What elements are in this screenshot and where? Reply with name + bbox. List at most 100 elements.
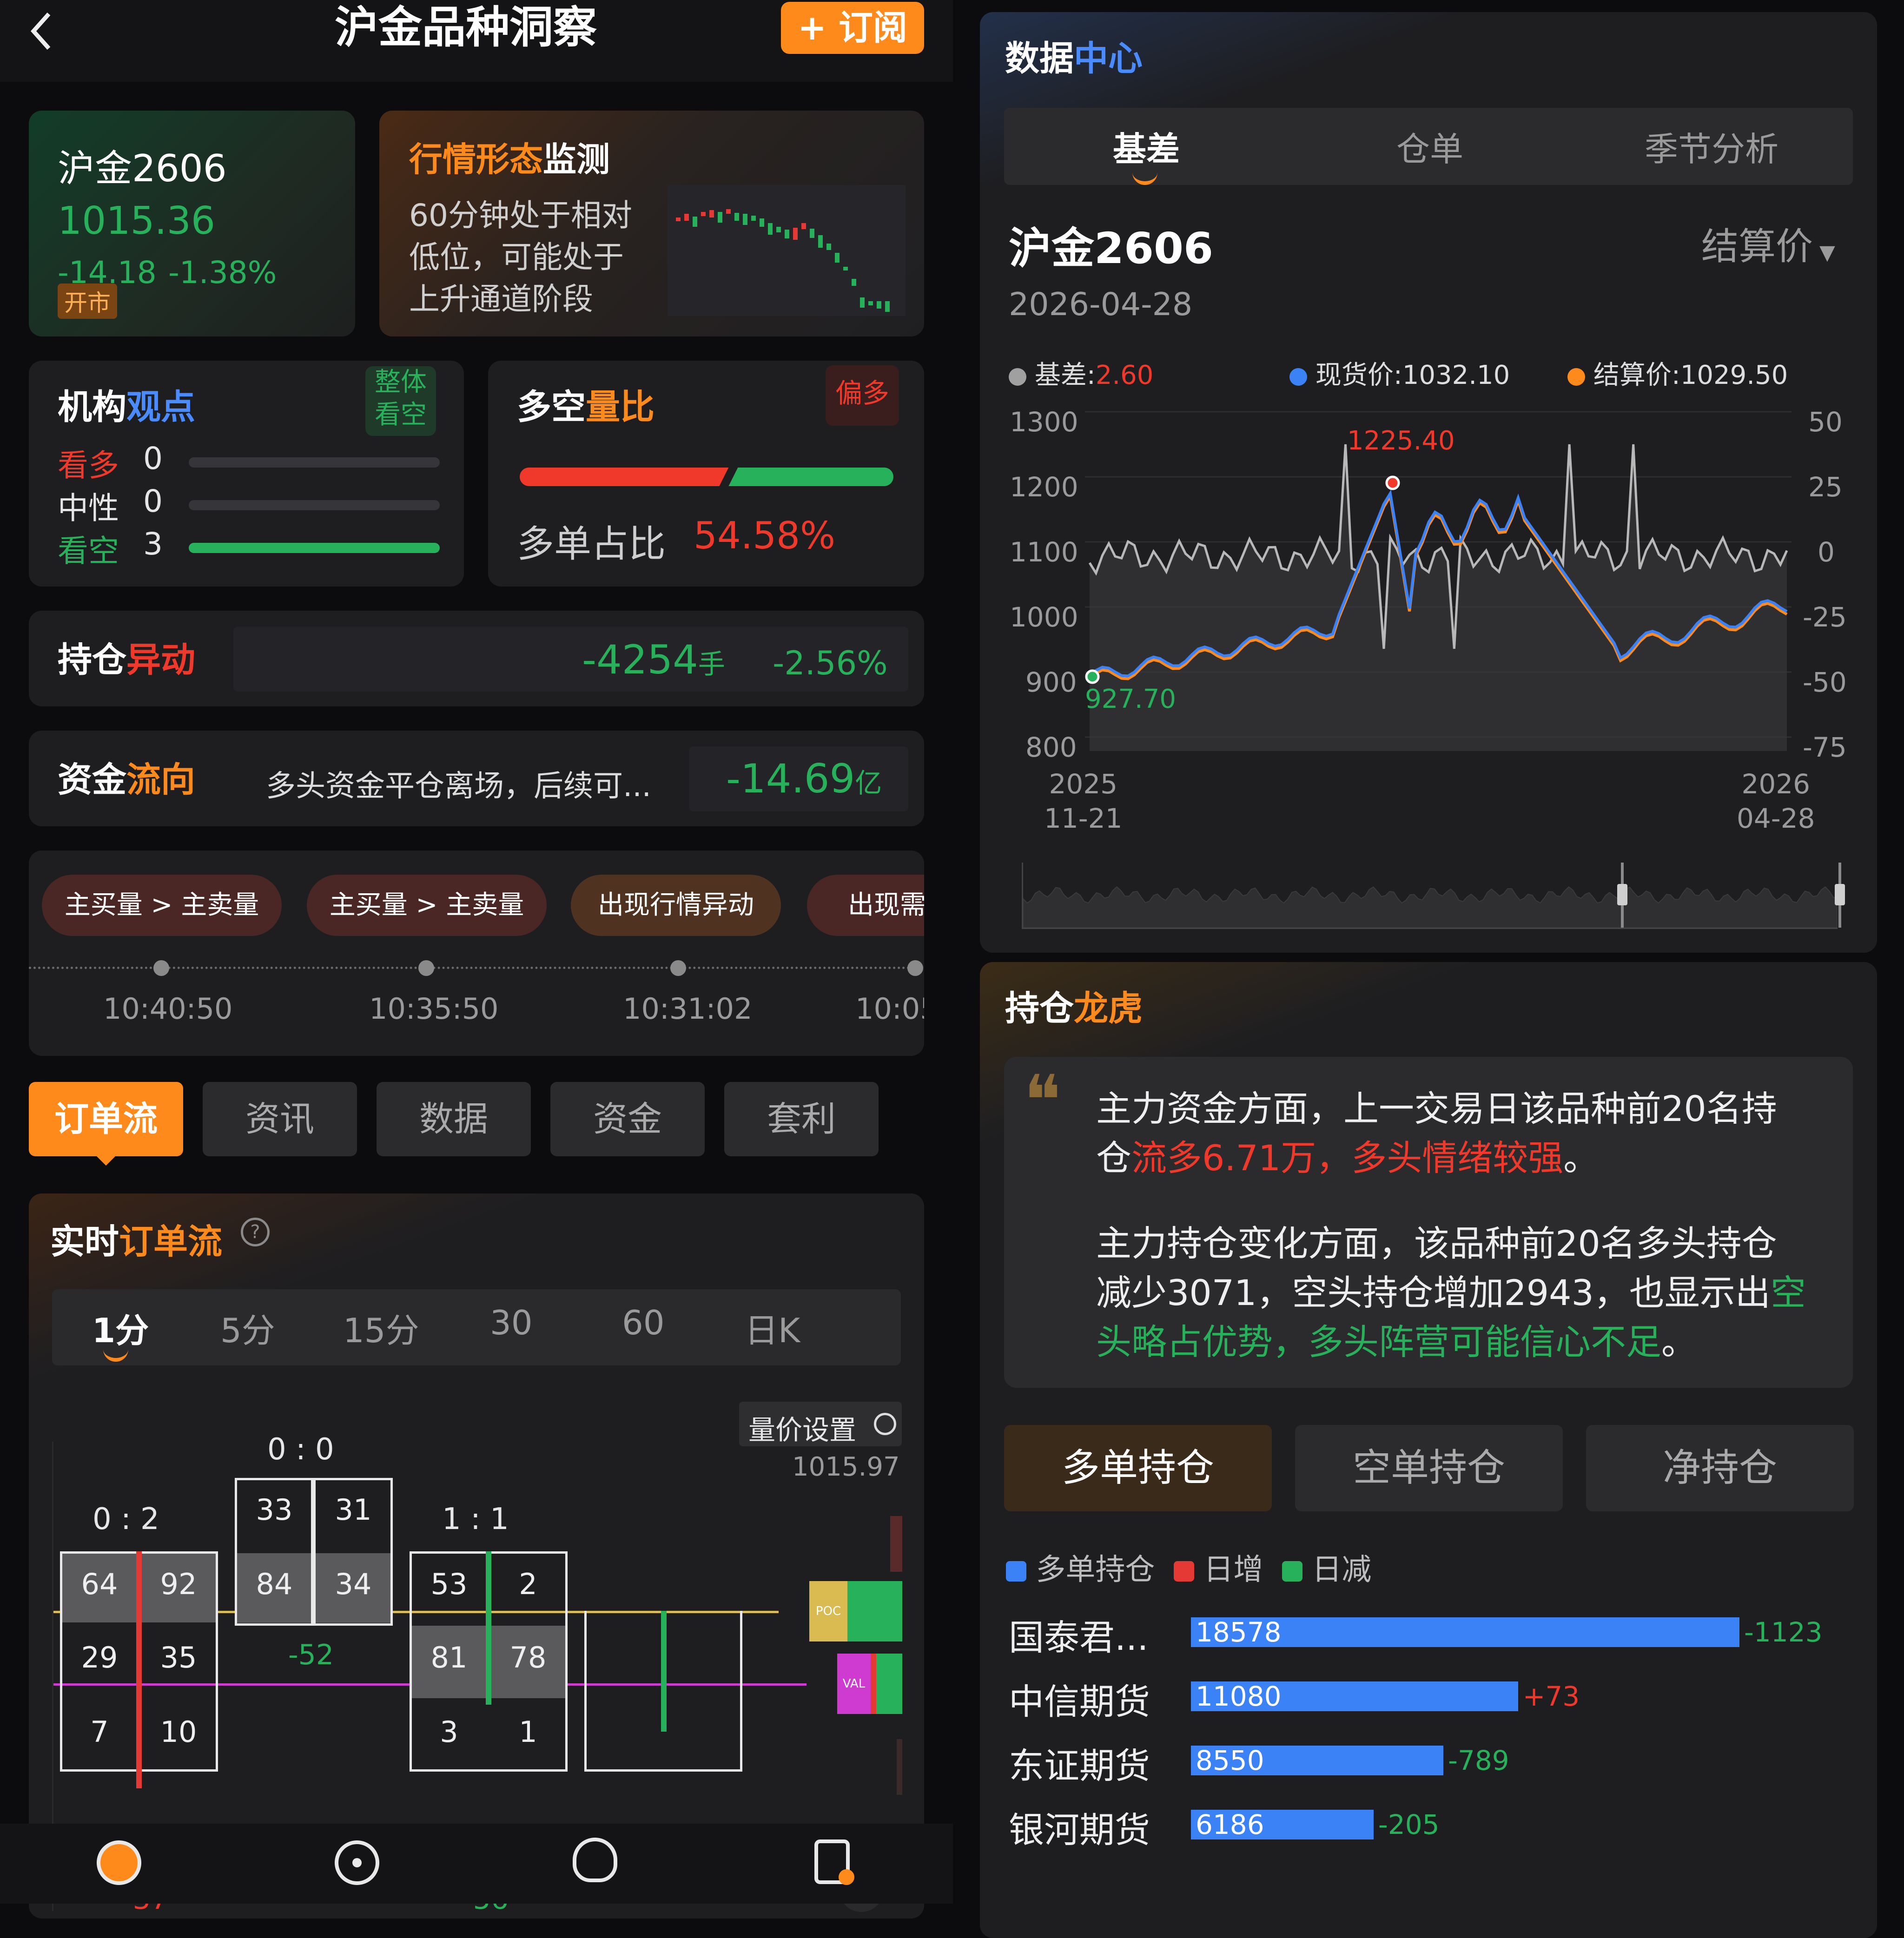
badge-line-2: 看空 bbox=[375, 400, 427, 430]
tab-basis[interactable]: 基差 bbox=[1113, 122, 1180, 171]
last-price: 1015.36 bbox=[58, 199, 216, 243]
tab-seasonal[interactable]: 季节分析 bbox=[1645, 122, 1778, 171]
event-tag[interactable]: 主买量 > 主卖量 bbox=[42, 875, 282, 936]
position-ranking-panel: 持仓龙虎 ❝ 主力资金方面，上一交易日该品种前20名持 仓流多6.71万，多头情… bbox=[980, 962, 1877, 1938]
period-30m[interactable]: 30 bbox=[490, 1303, 533, 1342]
price-type-select[interactable]: 结算价 ▼ bbox=[1701, 217, 1835, 270]
capital-flow-card[interactable]: 资金流向 多头资金平仓离场，后续可... -14.69亿 bbox=[29, 731, 924, 826]
tab-orderflow[interactable]: 订单流 bbox=[29, 1082, 183, 1156]
ranking-row[interactable]: 中信期货 11080 +73 bbox=[980, 1668, 1877, 1723]
pattern-title: 行情形态监测 bbox=[409, 140, 610, 179]
orderflow-panel: 实时订单流 ? 1分 5分 15分 30 60 日K 量价设置 1015.97 … bbox=[29, 1193, 924, 1918]
period-daily[interactable]: 日K bbox=[745, 1303, 800, 1352]
volume-price-settings-button[interactable]: 量价设置 bbox=[739, 1402, 902, 1446]
institution-title: 机构观点 bbox=[58, 387, 195, 427]
right-screen: 数据中心 基差 仓单 季节分析 沪金2606 结算价 ▼ 2026-04-28 … bbox=[976, 0, 1904, 1938]
back-icon[interactable] bbox=[28, 10, 56, 52]
commentary-line-4: 减少3071，空头持仓增加2943，也显示出空 bbox=[1096, 1272, 1806, 1313]
period-1m[interactable]: 1分 bbox=[92, 1303, 149, 1352]
ranking-row[interactable]: 银河期货 6186 -205 bbox=[980, 1796, 1877, 1852]
position-change: -1123 bbox=[1744, 1616, 1823, 1648]
tab-net-positions[interactable]: 净持仓 bbox=[1586, 1425, 1854, 1511]
flow-value: -14.69亿 bbox=[726, 756, 882, 802]
position-value: 18578 bbox=[1196, 1616, 1282, 1648]
bar-ratio: 0 : 0 bbox=[267, 1432, 334, 1467]
ranking-row[interactable]: 东证期货 8550 -789 bbox=[980, 1732, 1877, 1787]
position-change-card[interactable]: 持仓异动 -4254手 -2.56% bbox=[29, 611, 924, 706]
long-short-bar bbox=[520, 468, 893, 486]
ranking-list: 国泰君... 18578 -1123 中信期货 11080 +73 东证期货 8550 -789… bbox=[980, 1603, 1877, 1938]
position-change: +73 bbox=[1522, 1681, 1580, 1712]
event-timeline-card[interactable]: 主买量 > 主卖量 主买量 > 主卖量 出现行情异动 出现需求 10:40:50… bbox=[29, 850, 924, 1056]
long-ratio-label: 多单占比 bbox=[517, 522, 666, 566]
pattern-monitor-card[interactable]: 行情形态监测 60分钟处于相对 低位，可能处于 上升通道阶段 bbox=[379, 111, 924, 336]
long-short-title: 多空量比 bbox=[517, 387, 654, 427]
position-value: 8550 bbox=[1196, 1745, 1264, 1776]
chart-date: 2026-04-28 bbox=[1009, 286, 1193, 323]
chevron-down-icon: ▼ bbox=[1813, 241, 1835, 264]
range-handle-right[interactable] bbox=[1835, 863, 1846, 928]
tab-long-positions[interactable]: 多单持仓 bbox=[1004, 1425, 1272, 1511]
pattern-desc-1: 60分钟处于相对 bbox=[409, 198, 632, 233]
range-navigator[interactable] bbox=[1022, 863, 1845, 929]
position-value: 6186 bbox=[1196, 1809, 1264, 1840]
timeline-dot bbox=[670, 960, 686, 976]
market-icon[interactable] bbox=[97, 1840, 141, 1885]
commentary-line-5: 头略占优势，多头阵营可能信心不足。 bbox=[1096, 1321, 1697, 1363]
event-time: 10:05 bbox=[855, 992, 924, 1026]
data-center-title: 数据中心 bbox=[1005, 39, 1143, 79]
doc-icon[interactable] bbox=[814, 1839, 854, 1885]
event-tag[interactable]: 主买量 > 主卖量 bbox=[307, 875, 547, 936]
bias-badge: 偏多 bbox=[826, 365, 899, 426]
event-time: 10:31:02 bbox=[623, 992, 753, 1026]
commentary-line-1: 主力资金方面，上一交易日该品种前20名持 bbox=[1096, 1088, 1777, 1129]
tab-arbitrage[interactable]: 套利 bbox=[724, 1082, 879, 1156]
mini-kline-chart bbox=[668, 185, 906, 316]
radar-icon[interactable] bbox=[573, 1838, 617, 1882]
tab-warehouse[interactable]: 仓单 bbox=[1396, 122, 1463, 171]
bear-bar-fill bbox=[189, 543, 440, 553]
flow-desc: 多头资金平仓离场，后续可... bbox=[266, 769, 652, 804]
broker-name: 东证期货 bbox=[1009, 1745, 1150, 1786]
market-status-badge: 开市 bbox=[58, 283, 117, 319]
bar-body bbox=[136, 1551, 142, 1788]
commentary-line-3: 主力持仓变化方面，该品种前20名多头持仓 bbox=[1096, 1223, 1777, 1264]
max-point bbox=[1385, 475, 1400, 490]
tab-short-positions[interactable]: 空单持仓 bbox=[1295, 1425, 1563, 1511]
range-handle-left[interactable] bbox=[1617, 863, 1628, 928]
bar-body bbox=[311, 1478, 316, 1626]
min-price-label: 927.70 bbox=[1085, 684, 1176, 714]
tab-capital[interactable]: 资金 bbox=[550, 1082, 705, 1156]
institution-view-card[interactable]: 机构观点 整体 看空 看多 0 中性 0 看空 3 bbox=[29, 361, 464, 587]
poc-label: POC bbox=[809, 1581, 847, 1641]
legend-basis: 基差:2.60 bbox=[1009, 354, 1153, 392]
legend-spot: 现货价:1032.10 bbox=[1289, 354, 1510, 392]
event-tag[interactable]: 出现行情异动 bbox=[571, 875, 781, 936]
position-change-value: -4254手 bbox=[582, 637, 725, 683]
broker-name: 国泰君... bbox=[1009, 1617, 1149, 1658]
quote-icon: ❝ bbox=[1024, 1061, 1061, 1141]
chart-contract-name: 沪金2606 bbox=[1009, 224, 1214, 273]
tab-news[interactable]: 资讯 bbox=[203, 1082, 357, 1156]
subscribe-button[interactable]: + 订阅 bbox=[781, 2, 924, 54]
event-tag[interactable]: 出现需求 bbox=[807, 875, 924, 936]
help-icon[interactable]: ? bbox=[241, 1218, 270, 1246]
data-center-panel: 数据中心 基差 仓单 季节分析 沪金2606 结算价 ▼ 2026-04-28 … bbox=[980, 12, 1877, 953]
period-60m[interactable]: 60 bbox=[622, 1303, 665, 1342]
position-change: -789 bbox=[1448, 1745, 1509, 1776]
ranking-row[interactable]: 国泰君... 18578 -1123 bbox=[980, 1603, 1877, 1659]
min-point bbox=[1085, 669, 1100, 684]
period-5m[interactable]: 5分 bbox=[220, 1303, 275, 1352]
target-icon[interactable] bbox=[335, 1840, 379, 1885]
x-axis-end: 2026 04-28 bbox=[1737, 768, 1815, 834]
tab-data[interactable]: 数据 bbox=[377, 1082, 531, 1156]
position-title: 持仓异动 bbox=[58, 640, 195, 680]
basis-chart[interactable] bbox=[1085, 407, 1792, 770]
pattern-desc-2: 低位，可能处于 bbox=[409, 239, 624, 275]
bar-delta: -52 bbox=[288, 1639, 334, 1671]
footprint-bar-current[interactable] bbox=[584, 1611, 742, 1772]
period-15m[interactable]: 15分 bbox=[343, 1303, 419, 1352]
quote-card[interactable]: 沪金2606 1015.36 -14.18 -1.38% 开市 bbox=[29, 111, 355, 336]
timeline-dot bbox=[907, 960, 923, 976]
long-short-ratio-card[interactable]: 多空量比 偏多 多单占比 54.58% bbox=[488, 361, 924, 587]
